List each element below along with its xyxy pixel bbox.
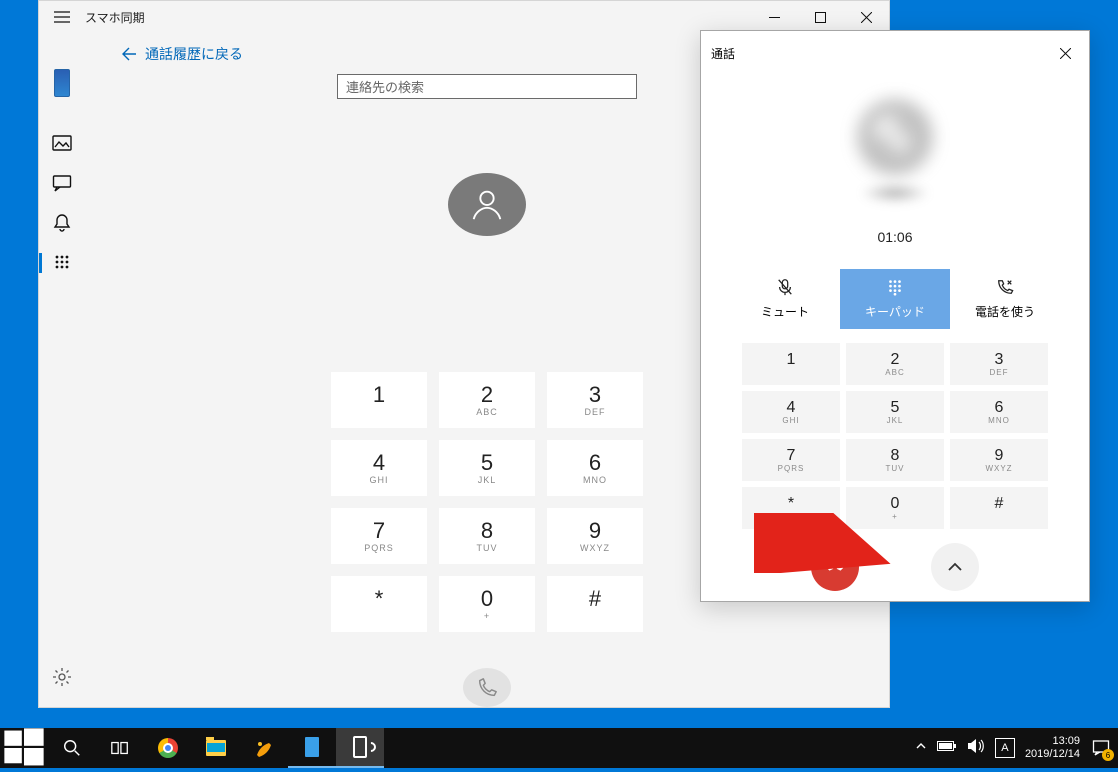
back-label: 通話履歴に戻る (145, 44, 243, 64)
key-7[interactable]: 7PQRS (331, 508, 427, 564)
tray-clock[interactable]: 13:09 2019/12/14 (1025, 735, 1080, 760)
incall-key-0[interactable]: 0+ (846, 487, 944, 529)
key-#[interactable]: # (547, 576, 643, 632)
key-4[interactable]: 4GHI (331, 440, 427, 496)
incall-keypad: 12ABC3DEF 4GHI5JKL6MNO 7PQRS8TUV9WXYZ *0+# (742, 343, 1048, 529)
incall-key-1[interactable]: 1 (742, 343, 840, 385)
tray-battery-icon[interactable] (937, 739, 957, 757)
taskbar-app-1[interactable] (240, 728, 288, 768)
use-phone-icon (996, 278, 1014, 299)
call-panel-title: 通話 (711, 45, 735, 62)
caller-name-blurred (860, 183, 930, 203)
key-*[interactable]: * (331, 576, 427, 632)
taskbar-chrome[interactable] (144, 728, 192, 768)
use-phone-button[interactable]: 電話を使う (950, 269, 1060, 329)
keypad-toggle-button[interactable]: キーパッド (840, 269, 950, 329)
sidebar-settings-icon[interactable] (39, 657, 85, 697)
maximize-button[interactable] (797, 1, 843, 33)
titlebar: スマホ同期 (39, 1, 889, 33)
taskbar-explorer[interactable] (192, 728, 240, 768)
sidebar-dialpad-icon[interactable] (39, 243, 85, 283)
system-tray: A 13:09 2019/12/14 6 (915, 735, 1118, 760)
key-2[interactable]: 2ABC (439, 372, 535, 428)
incall-key-4[interactable]: 4GHI (742, 391, 840, 433)
taskbar-app-2[interactable] (288, 728, 336, 768)
keypad-label: キーパッド (865, 303, 925, 320)
sidebar-messages-icon[interactable] (39, 163, 85, 203)
mute-button[interactable]: ミュート (730, 269, 840, 329)
start-button[interactable] (0, 728, 48, 768)
mute-label: ミュート (761, 303, 809, 320)
ime-indicator[interactable]: A (995, 738, 1015, 758)
incall-key-3[interactable]: 3DEF (950, 343, 1048, 385)
close-button[interactable] (843, 1, 889, 33)
task-view-button[interactable] (96, 728, 144, 768)
mute-icon (776, 278, 794, 299)
incall-key-6[interactable]: 6MNO (950, 391, 1048, 433)
taskbar: A 13:09 2019/12/14 6 (0, 728, 1118, 768)
dial-keypad: 12ABC3DEF 4GHI5JKL6MNO 7PQRS8TUV9WXYZ *0+# (331, 372, 643, 632)
contact-avatar-placeholder (448, 173, 526, 236)
taskbar-your-phone[interactable] (336, 728, 384, 768)
sidebar (39, 33, 85, 707)
search-contacts-input[interactable]: 連絡先の検索 (337, 74, 637, 99)
incall-key-#[interactable]: # (950, 487, 1048, 529)
key-3[interactable]: 3DEF (547, 372, 643, 428)
action-center-icon[interactable]: 6 (1090, 737, 1112, 759)
incall-key-2[interactable]: 2ABC (846, 343, 944, 385)
tray-time: 13:09 (1025, 735, 1080, 748)
collapse-button[interactable] (931, 543, 979, 591)
search-placeholder: 連絡先の検索 (346, 77, 424, 96)
use-phone-label: 電話を使う (975, 303, 1035, 320)
key-0[interactable]: 0+ (439, 576, 535, 632)
active-call-panel: 通話 01:06 ミュート キーパッド 電話を使う 12ABC3DEF 4GHI5… (700, 30, 1090, 602)
caller-avatar (857, 99, 933, 175)
hamburger-menu[interactable] (39, 1, 85, 33)
sidebar-notifications-icon[interactable] (39, 203, 85, 243)
sidebar-photos-icon[interactable] (39, 123, 85, 163)
tray-overflow-icon[interactable] (915, 739, 927, 757)
window-title: スマホ同期 (85, 9, 145, 26)
incall-key-*[interactable]: * (742, 487, 840, 529)
key-8[interactable]: 8TUV (439, 508, 535, 564)
key-9[interactable]: 9WXYZ (547, 508, 643, 564)
incall-key-9[interactable]: 9WXYZ (950, 439, 1048, 481)
call-timer: 01:06 (701, 229, 1089, 245)
sidebar-phone-preview[interactable] (39, 63, 85, 103)
hangup-button[interactable] (811, 543, 859, 591)
notification-badge: 6 (1102, 749, 1114, 761)
key-5[interactable]: 5JKL (439, 440, 535, 496)
call-button[interactable] (463, 668, 511, 707)
key-6[interactable]: 6MNO (547, 440, 643, 496)
back-to-history[interactable]: 通話履歴に戻る (121, 39, 243, 68)
incall-key-5[interactable]: 5JKL (846, 391, 944, 433)
tray-volume-icon[interactable] (967, 738, 985, 759)
search-button[interactable] (48, 728, 96, 768)
call-panel-close-button[interactable] (1051, 39, 1079, 67)
minimize-button[interactable] (751, 1, 797, 33)
keypad-icon (886, 278, 904, 299)
incall-key-8[interactable]: 8TUV (846, 439, 944, 481)
tray-date: 2019/12/14 (1025, 748, 1080, 761)
key-1[interactable]: 1 (331, 372, 427, 428)
incall-key-7[interactable]: 7PQRS (742, 439, 840, 481)
